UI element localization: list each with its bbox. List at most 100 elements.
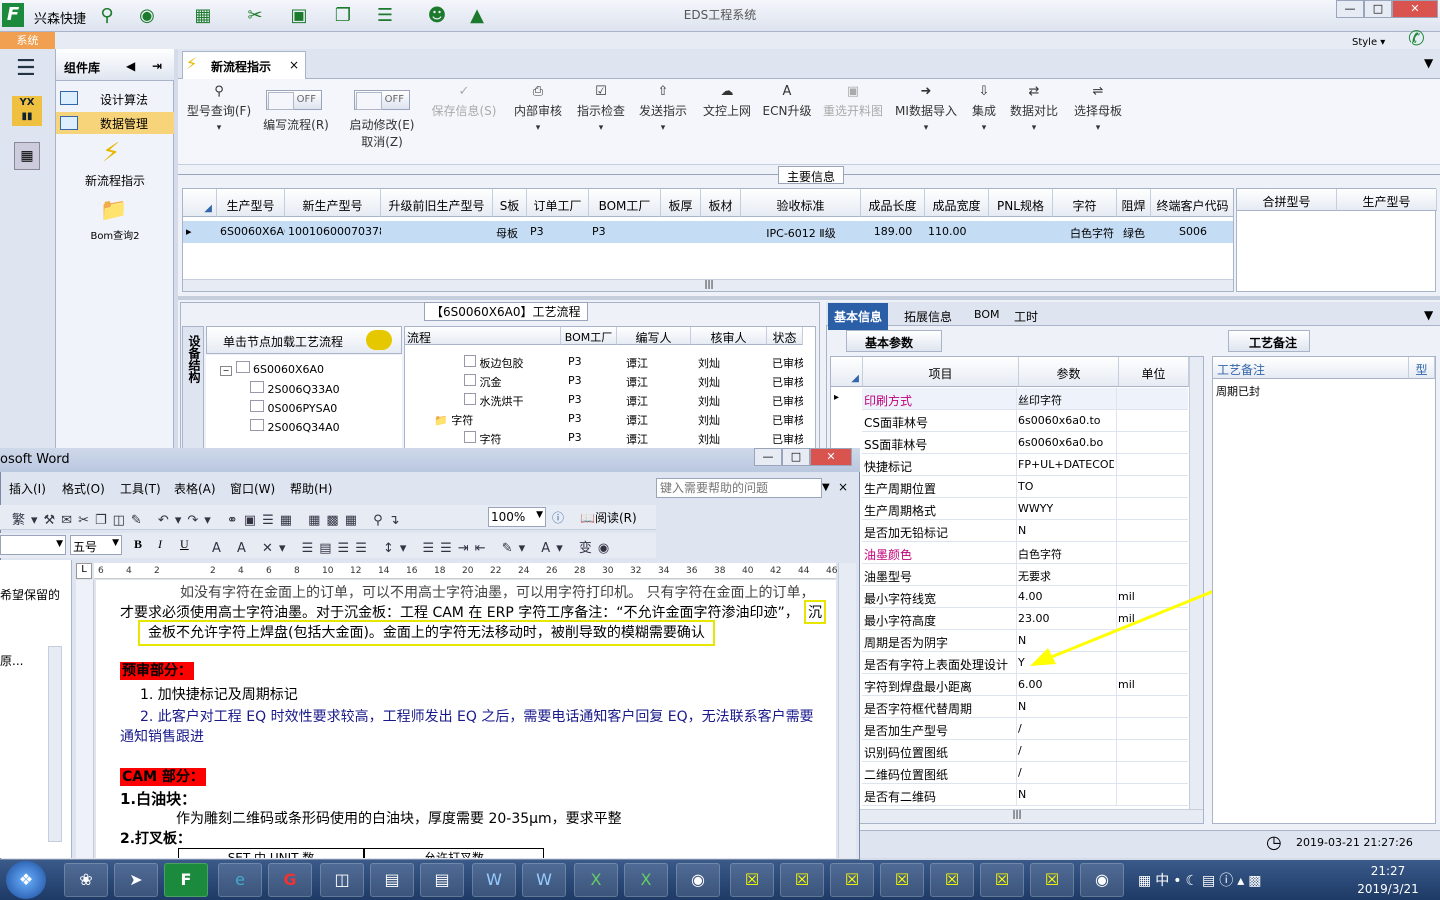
menu-tools[interactable]: 工具(T) — [120, 480, 161, 497]
param-value[interactable]: N — [1018, 524, 1114, 537]
taskbar-app-word-icon[interactable]: W — [522, 863, 566, 897]
taskbar-app-x-icon[interactable]: ☒ — [880, 863, 924, 897]
help-icon[interactable]: ⓘ — [552, 509, 564, 526]
horizontal-scrollbar[interactable]: ||| — [831, 809, 1203, 823]
taskbar-app-bird-icon[interactable]: ➤ — [114, 863, 158, 897]
save-info-button[interactable]: ✓ 保存信息(S) — [428, 84, 500, 119]
param-value[interactable]: TO — [1018, 480, 1114, 493]
factory-icon[interactable]: YX ▮▮ — [12, 96, 42, 126]
tab-new-process[interactable]: 新流程指示 × — [182, 51, 306, 79]
column-header[interactable]: 合拼型号 — [1237, 189, 1337, 211]
column-header[interactable]: 参数 — [1019, 357, 1119, 387]
internal-review-button[interactable]: ⎙ 内部审核 ▾ — [508, 84, 568, 133]
check-instruction-button[interactable]: ☑ 指示检查 ▾ — [572, 84, 630, 133]
column-header[interactable]: 验收标准 — [741, 189, 861, 217]
help-search-input[interactable] — [656, 478, 822, 498]
taskbar-app-x-icon[interactable]: ☒ — [730, 863, 774, 897]
param-row[interactable]: SS面菲林号 6s0060x6a0.bo — [862, 432, 1188, 454]
write-flow-button[interactable]: 编写流程(R) — [258, 116, 334, 133]
dropdown-icon[interactable]: ▼ — [1424, 308, 1433, 322]
tab-bom[interactable]: BOM — [968, 303, 1006, 326]
column-header[interactable]: 终端客户代码 — [1151, 189, 1233, 217]
word-maximize-button[interactable]: □ — [782, 448, 810, 466]
column-header[interactable]: 板厚 — [661, 189, 701, 217]
word-close-button[interactable]: ✕ — [810, 448, 852, 466]
table-row[interactable]: 📁 字符 P3 谭江 刘灿 已审核 — [405, 408, 805, 427]
param-row[interactable]: 字符到焊盘最小距离 6.00 mil — [862, 674, 1188, 696]
write-flow-toggle[interactable]: OFF — [266, 90, 322, 110]
doc-online-button[interactable]: ☁ 文控上网 — [698, 84, 756, 119]
dropdown-icon[interactable]: ▼ — [1424, 56, 1433, 70]
param-row[interactable]: 二维码位置图纸 / — [862, 762, 1188, 784]
taskbar-app-shell-icon[interactable]: ❀ — [64, 863, 108, 897]
param-row[interactable]: 是否有二维码 N — [862, 784, 1188, 806]
minimize-button[interactable]: — — [1336, 0, 1364, 18]
bold-button[interactable]: B — [134, 537, 142, 552]
column-header[interactable]: 核审人 — [691, 327, 767, 345]
read-mode-button[interactable]: 📖阅读(R) — [580, 509, 637, 526]
folder-icon[interactable]: 📁 — [100, 198, 127, 223]
param-row[interactable]: 生产周期位置 TO — [862, 476, 1188, 498]
data-compare-button[interactable]: ⇄ 数据对比 ▾ — [1006, 84, 1062, 133]
basic-params-tab[interactable]: 基本参数 — [846, 330, 942, 352]
column-header[interactable]: 阻焊 — [1117, 189, 1151, 217]
column-header[interactable]: 成品长度 — [861, 189, 925, 217]
menu-table[interactable]: 表格(A) — [174, 480, 216, 497]
word-vertical-scrollbar[interactable] — [838, 563, 856, 858]
column-header[interactable]: 成品宽度 — [925, 189, 989, 217]
close-tab-icon[interactable]: × — [289, 58, 299, 72]
param-row[interactable]: 印刷方式 丝印字符 — [862, 388, 1188, 410]
param-value[interactable]: N — [1018, 788, 1114, 801]
help-close-icon[interactable]: × — [838, 480, 848, 494]
param-row[interactable]: 是否字符框代替周期 N — [862, 696, 1188, 718]
param-value[interactable]: / — [1018, 744, 1114, 757]
taskbar-date[interactable]: 2019/3/21 — [1348, 882, 1428, 896]
underline-button[interactable]: U — [180, 537, 189, 552]
menu-help[interactable]: 帮助(H) — [290, 480, 332, 497]
table-row[interactable]: ▸ 6S0060X6A0 10010600070378 母板 P3 P3 IPC… — [183, 221, 1233, 243]
column-header[interactable]: PNL规格 — [989, 189, 1053, 217]
param-row[interactable]: 识别码位置图纸 / — [862, 740, 1188, 762]
taskbar-app-eds-icon[interactable]: F — [164, 863, 208, 897]
taskbar-app-x-icon[interactable]: ☒ — [980, 863, 1024, 897]
column-header[interactable]: 编写人 — [617, 327, 691, 345]
zoom-select[interactable]: 100% ▼ — [488, 507, 546, 527]
taskbar-app-fish-icon[interactable]: ◉ — [1080, 863, 1124, 897]
start-edit-button[interactable]: 启动修改(E) 取消(Z) — [342, 116, 422, 150]
style-menu[interactable]: Style ▾ — [1352, 37, 1385, 48]
taskbar-app-x-icon[interactable]: ☒ — [780, 863, 824, 897]
menu-insert[interactable]: 插入(I) — [9, 480, 46, 497]
table-row[interactable]: 沉金 P3 谭江 刘灿 已审核 — [405, 370, 805, 389]
horizontal-scrollbar[interactable]: ||| — [183, 279, 1233, 291]
taskbar-app-doc-icon[interactable]: ▤ — [370, 863, 414, 897]
taskbar-app-g-icon[interactable]: G — [268, 863, 312, 897]
menu-format[interactable]: 格式(O) — [62, 480, 105, 497]
calculator-icon[interactable]: ▦ — [14, 142, 40, 170]
column-header[interactable]: 工艺备注 — [1213, 357, 1409, 379]
taskbar-app-excel-icon[interactable]: X — [624, 863, 668, 897]
tab-extended-info[interactable]: 拓展信息 — [898, 303, 958, 330]
taskbar-app-eye-icon[interactable]: ◉ — [676, 863, 720, 897]
lightning-icon[interactable]: ⚡ — [102, 138, 120, 168]
param-value[interactable]: 6s0060x6a0.to — [1018, 414, 1114, 427]
integrate-button[interactable]: ⇩ 集成 ▾ — [964, 84, 1004, 133]
remark-value[interactable]: 周期已封 — [1213, 379, 1263, 401]
param-row[interactable]: 生产周期格式 WWYY — [862, 498, 1188, 520]
word-minimize-button[interactable]: — — [754, 448, 782, 466]
ecn-upgrade-button[interactable]: A ECN升级 — [760, 84, 814, 119]
column-header[interactable]: 生产型号 — [1337, 189, 1437, 211]
menu-window[interactable]: 窗口(W) — [230, 480, 275, 497]
taskbar-app-x-icon[interactable]: ☒ — [830, 863, 874, 897]
column-header[interactable]: 升级前旧生产型号 — [381, 189, 493, 217]
maximize-button[interactable]: □ — [1364, 0, 1392, 18]
tree-node[interactable]: 0S006PYSA0 — [250, 400, 337, 415]
chat-icon[interactable] — [366, 330, 392, 350]
column-header[interactable]: 生产型号 — [217, 189, 285, 217]
column-header[interactable]: 单位 — [1119, 357, 1189, 387]
model-query-button[interactable]: ⚲ 型号查询(F) ▾ — [184, 84, 254, 133]
close-button[interactable]: ✕ — [1392, 0, 1438, 18]
select-motherboard-button[interactable]: ⇌ 选择母板 ▾ — [1068, 84, 1128, 133]
param-row[interactable]: 是否加无铅标记 N — [862, 520, 1188, 542]
vertical-scrollbar[interactable] — [48, 646, 62, 842]
new-process-item[interactable]: 新流程指示 — [56, 172, 174, 189]
